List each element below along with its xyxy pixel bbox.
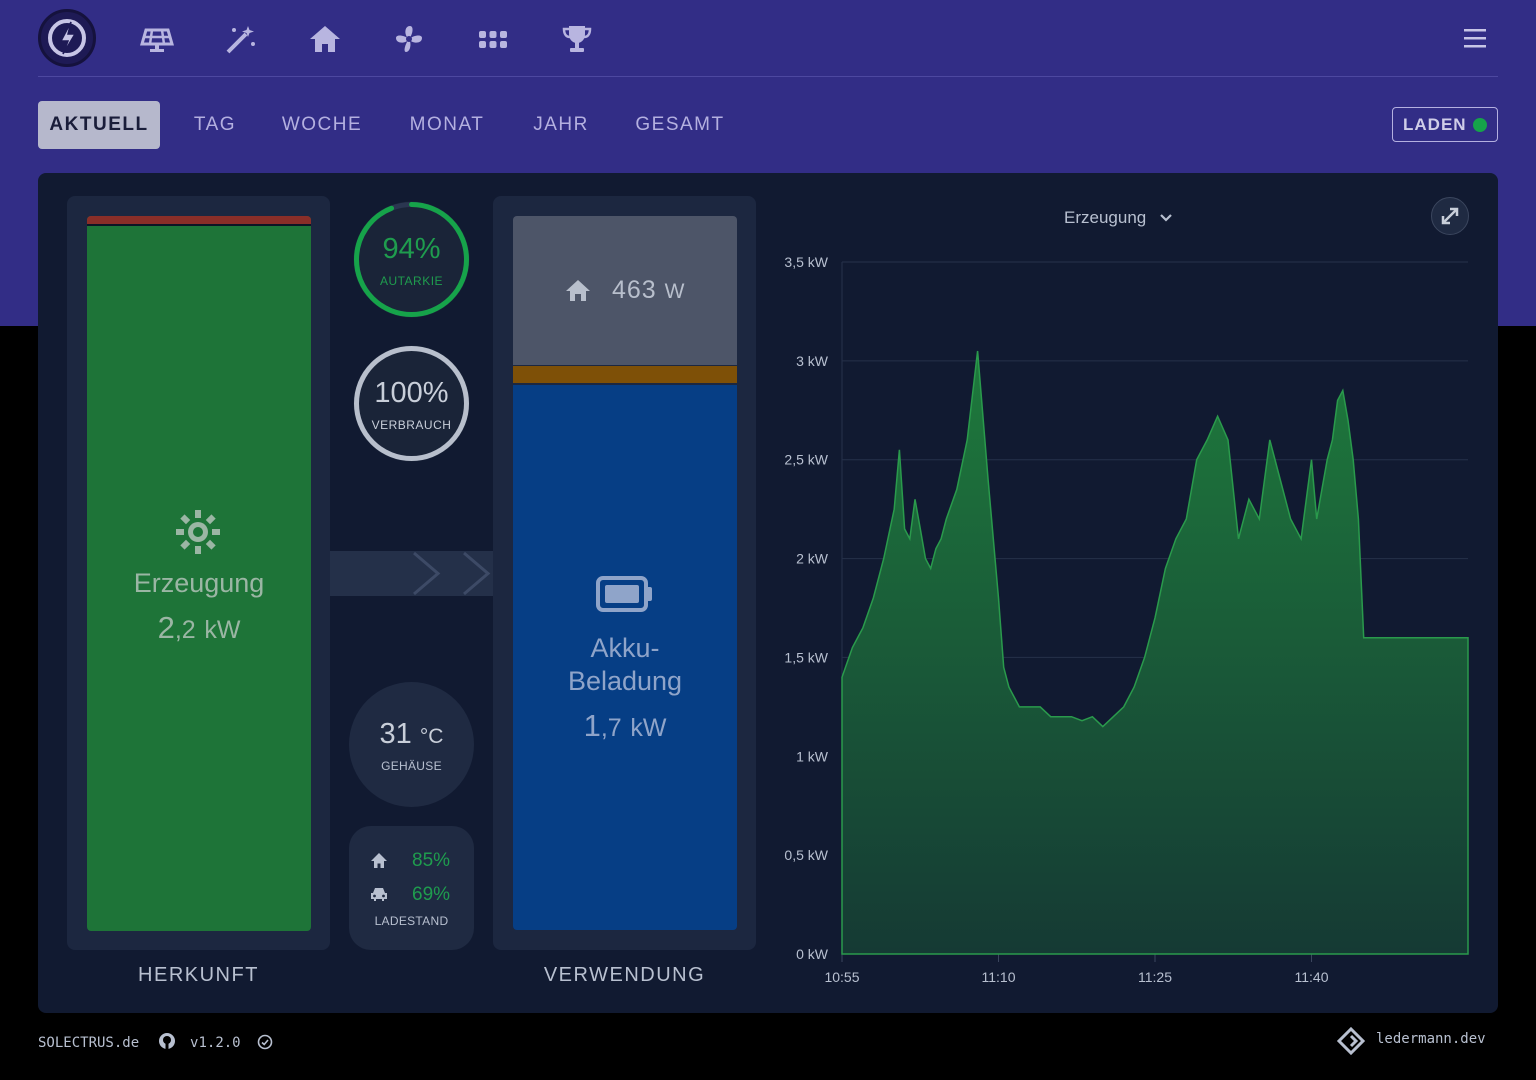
- consumption-value: 100%: [374, 377, 449, 409]
- autarky-value: 94%: [382, 233, 441, 265]
- tab-tag[interactable]: TAG: [182, 101, 248, 149]
- sun-icon: [174, 508, 222, 556]
- consumption-gauge[interactable]: 100% VERBRAUCH: [351, 343, 472, 464]
- car-battery-percent: 69%: [412, 884, 451, 905]
- house-value-number: 463: [612, 276, 657, 304]
- temperature-widget[interactable]: 31 °C GEHÄUSE: [349, 682, 474, 807]
- fan-icon[interactable]: [392, 22, 426, 56]
- home-icon: [565, 278, 591, 304]
- footer-author-link[interactable]: ledermann.dev: [1376, 1031, 1486, 1047]
- solar-panel-icon[interactable]: [140, 22, 174, 56]
- logo[interactable]: [38, 9, 96, 67]
- tab-woche[interactable]: WOCHE: [274, 101, 370, 149]
- magic-wand-icon[interactable]: [224, 22, 258, 56]
- generation-unit: kW: [204, 616, 241, 644]
- car-icon: [369, 885, 389, 903]
- check-circle-icon: [257, 1034, 273, 1050]
- flow-chevrons-icon: [413, 551, 491, 596]
- production-chart[interactable]: 0 kW 0,5 kW 1 kW 1,5 kW 2 kW 2,5 kW 3 kW 3,5 kW…: [776, 250, 1496, 990]
- battery-title-line-1: Akku-: [590, 633, 660, 663]
- expand-icon: [1441, 207, 1459, 225]
- temperature-value-row: 31 °C: [349, 718, 474, 751]
- temperature-label: GEHÄUSE: [381, 759, 442, 773]
- battery-charging-title: Akku- Beladung: [513, 632, 737, 698]
- y-tick-label: 2 kW: [796, 551, 829, 567]
- car-charging-bar[interactable]: [513, 366, 737, 383]
- battery-value-unit: kW: [630, 714, 667, 742]
- footer-site-link[interactable]: SOLECTRUS.de: [38, 1035, 139, 1051]
- trophy-icon[interactable]: [560, 22, 594, 56]
- battery-icon: [596, 576, 654, 612]
- chart-series-select[interactable]: Erzeugung: [1064, 208, 1173, 228]
- y-tick-label: 1 kW: [796, 748, 829, 764]
- hamburger-menu-icon[interactable]: [1462, 26, 1488, 50]
- y-tick-label: 1,5 kW: [784, 649, 828, 665]
- consumption-label: VERBRAUCH: [371, 418, 452, 432]
- autarky-gauge[interactable]: 94% AUTARKIE: [351, 199, 472, 320]
- github-icon[interactable]: [158, 1032, 176, 1050]
- battery-title-line-2: Beladung: [567, 666, 683, 696]
- footer-brand: SOLECTRUS.de v1.2.0: [38, 1032, 273, 1051]
- generation-value-dec: ,2: [174, 616, 196, 644]
- tab-monat[interactable]: MONAT: [400, 101, 494, 149]
- lightning-logo-icon: [48, 19, 86, 57]
- tab-jahr[interactable]: JAHR: [526, 101, 596, 149]
- bar-divider: [87, 224, 311, 226]
- x-tick-label: 11:25: [1138, 969, 1172, 985]
- x-tick-label: 11:40: [1295, 969, 1329, 985]
- chevron-down-icon: [1160, 214, 1172, 222]
- generation-value-int: 2: [157, 610, 175, 645]
- top-navigation: [38, 0, 1498, 77]
- battery-value-int: 1: [583, 708, 601, 743]
- home-icon: [370, 852, 388, 870]
- ledermann-logo-icon[interactable]: [1336, 1026, 1366, 1056]
- x-tick-label: 10:55: [824, 969, 859, 985]
- temperature-unit: °C: [419, 725, 444, 748]
- home-battery-percent: 85%: [412, 850, 451, 871]
- house-consumption-value: 463 W: [612, 276, 686, 305]
- house-value-unit: W: [664, 280, 686, 303]
- tab-gesamt[interactable]: GESAMT: [628, 101, 732, 149]
- usage-caption: VERWENDUNG: [543, 964, 706, 986]
- y-tick-label: 0 kW: [796, 946, 829, 962]
- temperature-value: 31: [379, 718, 412, 750]
- load-button-label: LADEN: [1403, 115, 1467, 134]
- tab-aktuell[interactable]: AKTUELL: [38, 101, 160, 149]
- y-tick-label: 3,5 kW: [784, 254, 828, 270]
- generation-value: 2,2 kW: [87, 610, 311, 646]
- y-tick-label: 3 kW: [796, 353, 829, 369]
- generation-title: Erzeugung: [133, 568, 265, 598]
- load-button[interactable]: LADEN: [1392, 107, 1498, 142]
- home-icon[interactable]: [308, 22, 342, 56]
- production-area: [841, 350, 1469, 955]
- source-caption: HERKUNFT: [138, 964, 259, 986]
- version-label[interactable]: v1.2.0: [190, 1035, 241, 1051]
- battery-value-dec: ,7: [600, 714, 622, 742]
- status-dot: [1473, 118, 1487, 132]
- x-tick-label: 11:10: [982, 969, 1016, 985]
- y-tick-label: 2,5 kW: [784, 452, 828, 468]
- expand-button[interactable]: [1431, 197, 1469, 235]
- battery-charging-value: 1,7 kW: [513, 708, 737, 744]
- autarky-label: AUTARKIE: [379, 274, 444, 288]
- flow-arrow-band: [330, 551, 493, 596]
- charge-level-label: LADESTAND: [374, 914, 449, 928]
- grid-icon[interactable]: [476, 22, 510, 56]
- y-tick-label: 0,5 kW: [784, 847, 828, 863]
- chart-select-label: Erzeugung: [1064, 208, 1147, 227]
